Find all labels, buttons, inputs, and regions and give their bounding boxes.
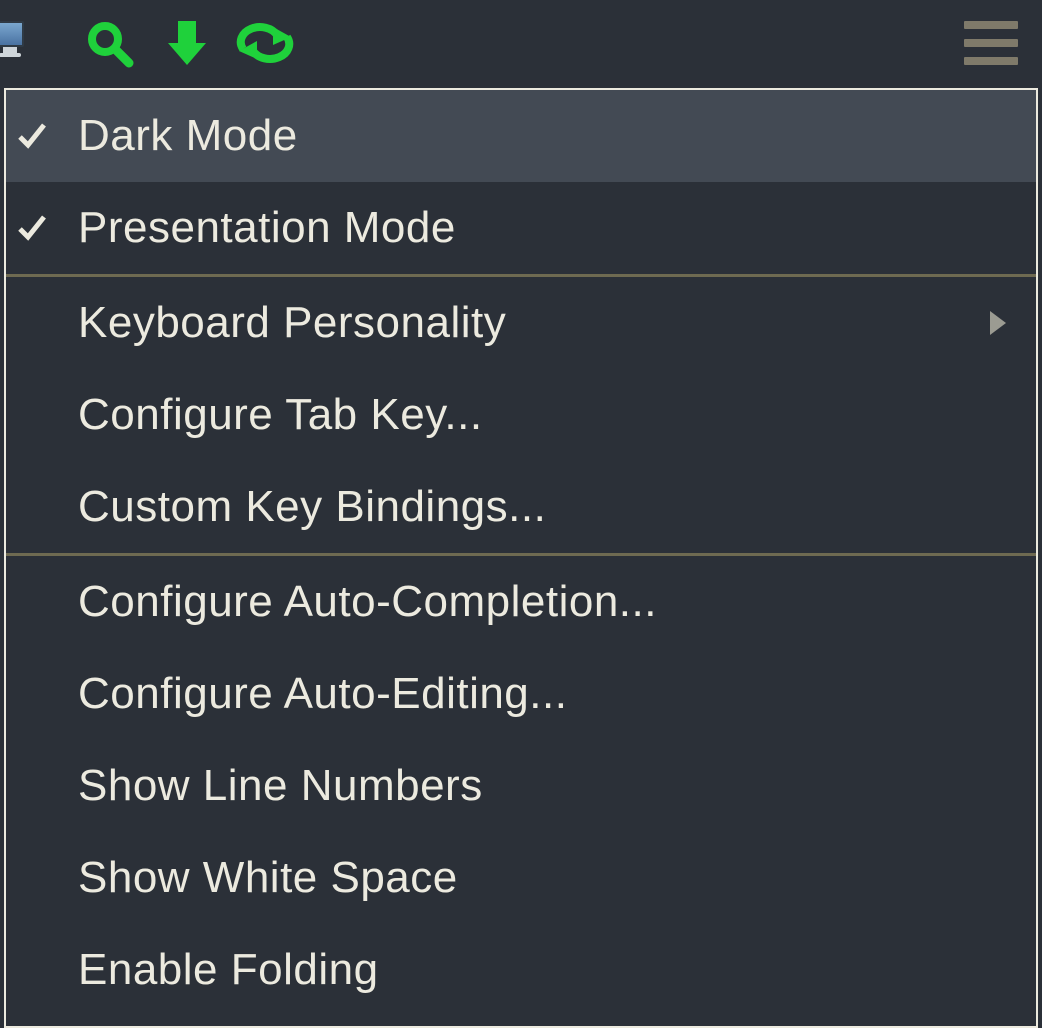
toolbar: [0, 0, 1042, 86]
menu-item-label: Enable Folding: [78, 945, 1008, 995]
menu-item-enable-folding[interactable]: Enable Folding: [6, 924, 1036, 1016]
monitor-icon[interactable]: [0, 21, 26, 65]
menu-item-configure-tab-key[interactable]: Configure Tab Key...: [6, 369, 1036, 461]
menu-item-presentation-mode[interactable]: Presentation Mode: [6, 182, 1036, 274]
menu-item-label: Show White Space: [78, 853, 1008, 903]
menu-item-custom-key-bindings[interactable]: Custom Key Bindings...: [6, 461, 1036, 553]
checkmark-icon: [18, 213, 78, 243]
checkmark-icon: [18, 121, 78, 151]
menu-item-keyboard-personality[interactable]: Keyboard Personality: [6, 277, 1036, 369]
search-icon[interactable]: [70, 11, 148, 75]
options-menu: Dark Mode Presentation Mode Keyboard Per…: [4, 88, 1038, 1028]
refresh-icon[interactable]: [226, 11, 304, 75]
menu-item-dark-mode[interactable]: Dark Mode: [6, 90, 1036, 182]
menu-item-label: Presentation Mode: [78, 203, 1008, 253]
menu-item-show-white-space[interactable]: Show White Space: [6, 832, 1036, 924]
menu-item-label: Show Line Numbers: [78, 761, 1008, 811]
menu-item-label: Configure Tab Key...: [78, 390, 1008, 440]
menu-item-configure-auto-completion[interactable]: Configure Auto-Completion...: [6, 556, 1036, 648]
menu-item-label: Keyboard Personality: [78, 298, 968, 348]
download-icon[interactable]: [148, 11, 226, 75]
menu-item-label: Configure Auto-Editing...: [78, 669, 1008, 719]
submenu-arrow-icon: [968, 309, 1008, 337]
menu-item-label: Configure Auto-Completion...: [78, 577, 1008, 627]
menu-item-show-line-numbers[interactable]: Show Line Numbers: [6, 740, 1036, 832]
hamburger-icon[interactable]: [964, 21, 1018, 65]
menu-item-configure-auto-editing[interactable]: Configure Auto-Editing...: [6, 648, 1036, 740]
menu-item-label: Dark Mode: [78, 111, 1008, 161]
menu-item-label: Custom Key Bindings...: [78, 482, 1008, 532]
